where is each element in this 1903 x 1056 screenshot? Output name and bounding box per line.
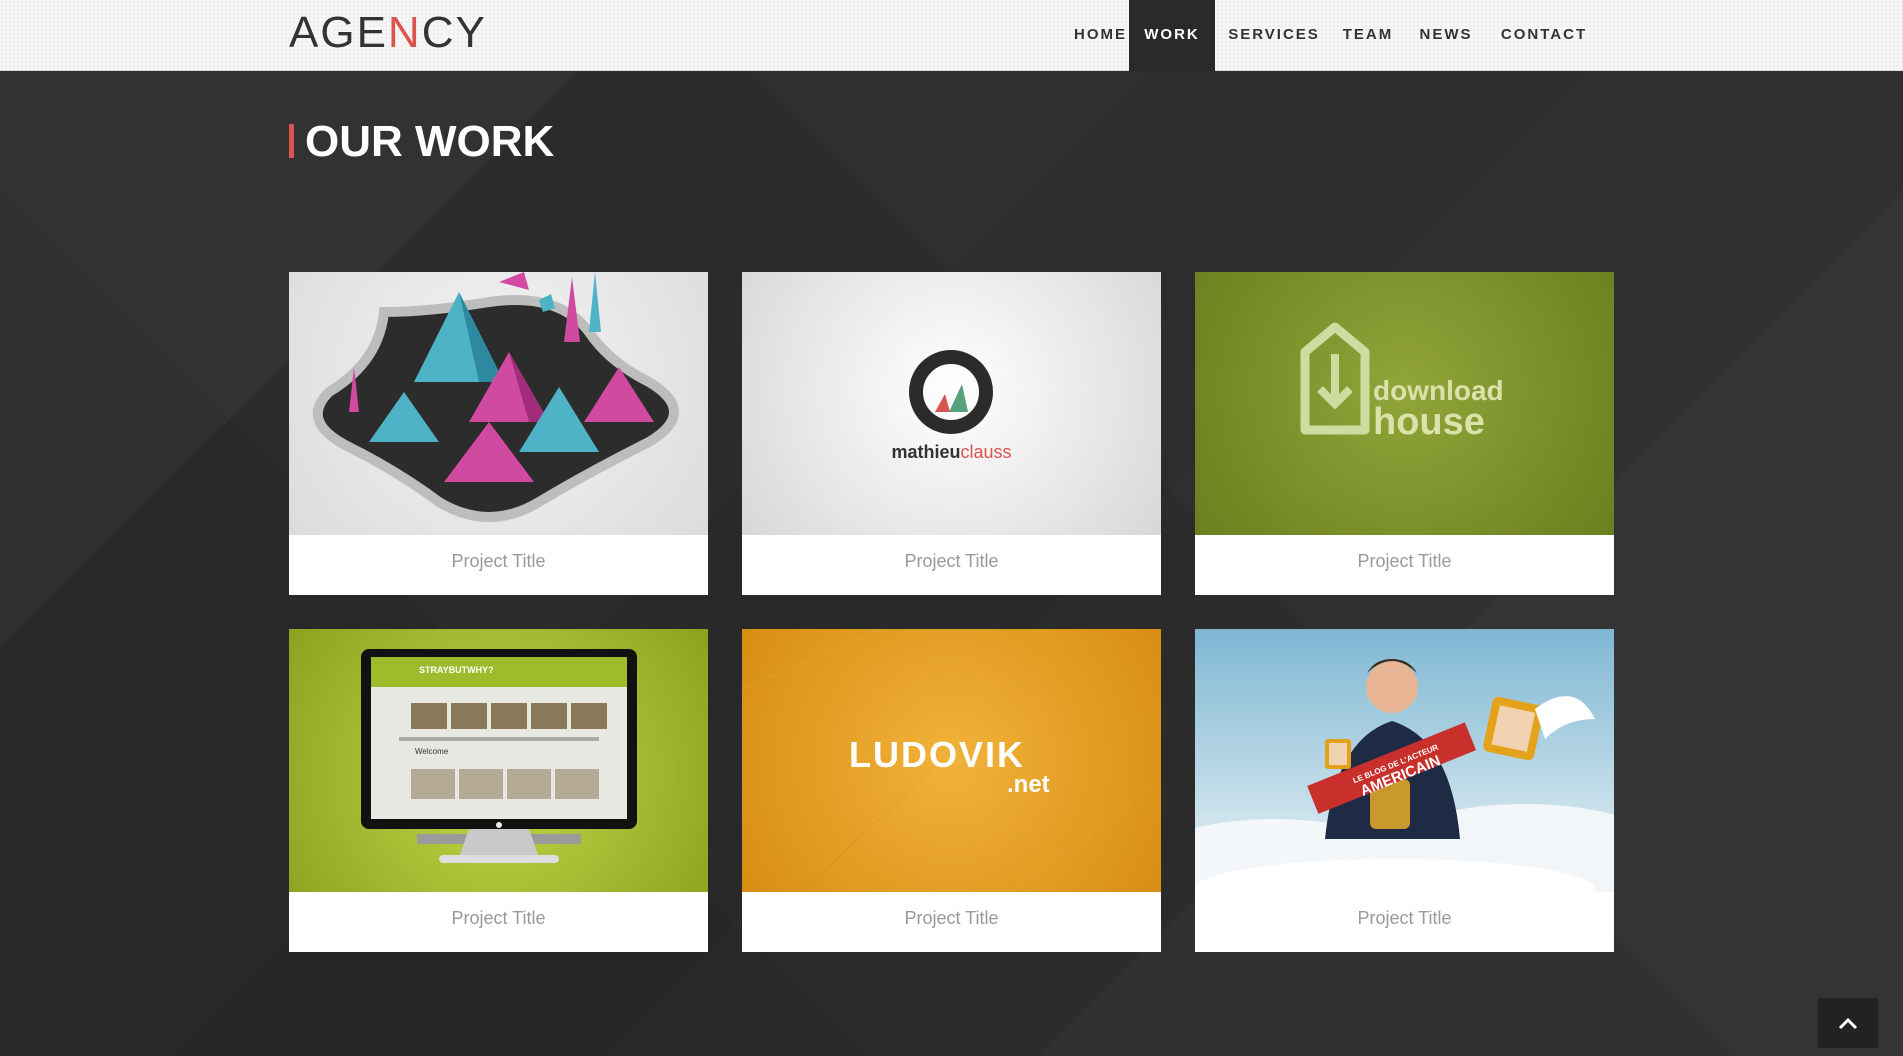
project-thumb-monitor: STRAYBUTWHY? Welcome <box>289 629 708 892</box>
ludovik-net-text: .net <box>1007 771 1050 798</box>
logo-text-accent: N <box>387 8 422 57</box>
downloadhouse-text: download house <box>1373 377 1504 443</box>
project-thumb-pyramids <box>289 272 708 535</box>
project-card-4[interactable]: STRAYBUTWHY? Welcome Project Title <box>289 629 708 952</box>
project-caption: Project Title <box>1357 551 1452 571</box>
project-card-1[interactable]: Project Title <box>289 272 708 595</box>
nav-services[interactable]: SERVICES <box>1215 0 1333 71</box>
logo-word-mathieu: mathieu <box>891 442 961 462</box>
project-caption: Project Title <box>904 908 999 928</box>
project-caption: Project Title <box>451 551 546 571</box>
mathieuclauss-logo-text: mathieuclauss <box>742 442 1161 463</box>
project-caption: Project Title <box>1357 908 1452 928</box>
logo-word-house: house <box>1373 401 1485 443</box>
project-thumb-man-clouds: LE BLOG DE L'ACTEUR AMERICAIN <box>1195 629 1614 892</box>
nav-team[interactable]: TEAM <box>1333 0 1403 71</box>
nav-news[interactable]: NEWS <box>1403 0 1489 71</box>
site-header: AGENCY HOME WORK SERVICES TEAM NEWS CONT… <box>0 0 1903 71</box>
logo-text-pre: AGE <box>289 8 388 57</box>
project-card-6[interactable]: LE BLOG DE L'ACTEUR AMERICAIN Project Ti… <box>1195 629 1614 952</box>
project-card-5[interactable]: LUDOVIK .net Project Title <box>742 629 1161 952</box>
project-thumb-mathieuclauss: mathieuclauss <box>742 272 1161 535</box>
scroll-to-top-button[interactable] <box>1818 998 1878 1048</box>
title-accent-bar <box>289 124 294 158</box>
project-caption: Project Title <box>451 908 546 928</box>
section-title-text: OUR WORK <box>305 117 555 166</box>
mockup-welcome-text: Welcome <box>415 747 449 756</box>
project-card-3[interactable]: download house Project Title <box>1195 272 1614 595</box>
monitor-mockup-icon <box>361 649 637 863</box>
ludovik-logo-text: LUDOVIK <box>849 734 1025 775</box>
chevron-up-icon <box>1838 1017 1858 1030</box>
nav-contact[interactable]: CONTACT <box>1489 0 1599 71</box>
section-title: OUR WORK <box>289 120 554 164</box>
project-grid: Project Title mathieuclauss Project Titl… <box>289 272 1615 952</box>
project-caption: Project Title <box>904 551 999 571</box>
nav-work[interactable]: WORK <box>1129 0 1215 71</box>
project-thumb-ludovik: LUDOVIK .net <box>742 629 1161 892</box>
logo-word-clauss: clauss <box>960 442 1012 462</box>
logo-text-post: CY <box>421 8 487 57</box>
project-thumb-downloadhouse: download house <box>1195 272 1614 535</box>
project-card-2[interactable]: mathieuclauss Project Title <box>742 272 1161 595</box>
mockup-site-title: STRAYBUTWHY? <box>419 665 494 675</box>
agency-logo[interactable]: AGENCY <box>289 8 487 58</box>
